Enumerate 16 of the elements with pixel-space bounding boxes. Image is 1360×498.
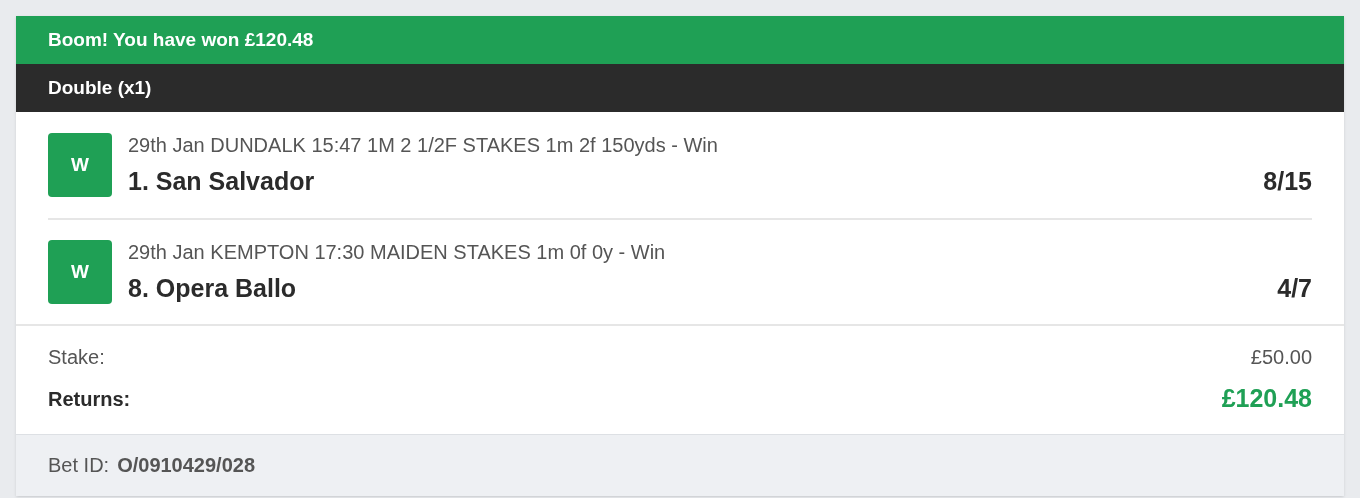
returns-label: Returns: <box>48 386 131 412</box>
event-description: 29th Jan DUNDALK 15:47 1M 2 1/2F STAKES 1m 2f 150yds - Win <box>128 132 719 158</box>
selection-name: 8. Opera Ballo <box>128 272 297 304</box>
event-description: 29th Jan KEMPTON 17:30 MAIDEN STAKES 1m 0f 0y - Win <box>128 239 667 265</box>
returns-amount: £120.48 <box>1221 383 1312 414</box>
bet-type: Double (x1) <box>48 75 152 100</box>
bet-id: O/0910429/028 <box>117 453 256 478</box>
bet-id-label: Bet ID: <box>48 453 110 478</box>
result-badge: W <box>48 240 112 304</box>
win-message: Boom! You have won £120.48 <box>48 27 314 52</box>
odds: 4/7 <box>1277 272 1312 304</box>
result-badge: W <box>48 133 112 197</box>
selection-name: 1. San Salvador <box>128 165 315 197</box>
odds: 8/15 <box>1263 165 1312 197</box>
stake-label: Stake: <box>48 345 105 370</box>
stake-amount: £50.00 <box>1250 345 1312 370</box>
